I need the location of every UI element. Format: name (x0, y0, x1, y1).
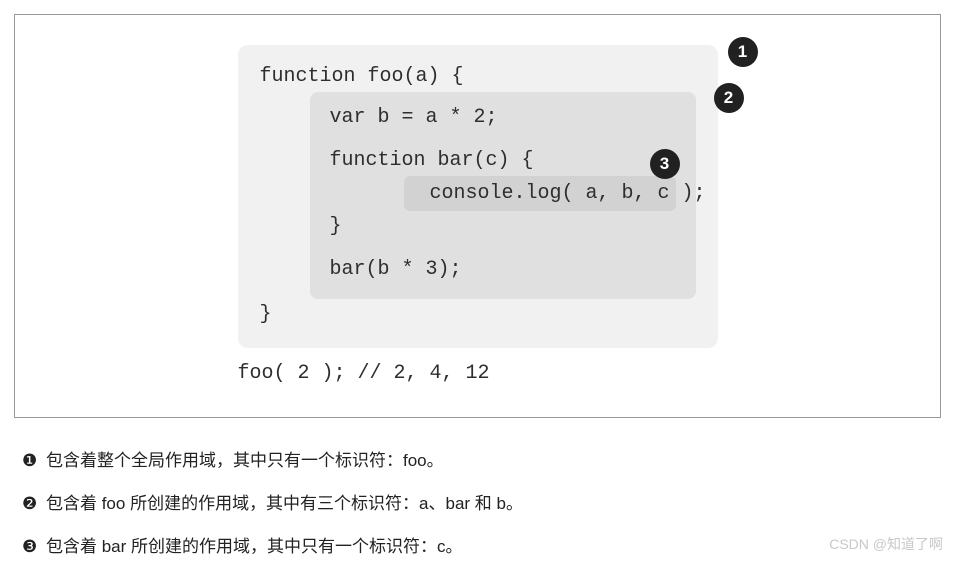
scope-1-global: function foo(a) { var b = a * 2; functio… (238, 45, 718, 348)
blank-line (330, 242, 676, 254)
watermark: CSDN @知道了啊 (829, 534, 943, 554)
bubble-1: 1 (728, 37, 758, 67)
explanation-2-text: 包含着 foo 所创建的作用域，其中有三个标识符：a、bar 和 b。 (46, 494, 523, 513)
explanation-1-text: 包含着整个全局作用域，其中只有一个标识符：foo。 (46, 451, 444, 470)
diagram-frame: function foo(a) { var b = a * 2; functio… (14, 14, 941, 418)
explanation-3: ❸ 包含着 bar 所创建的作用域，其中只有一个标识符：c。 (22, 532, 955, 557)
explanation-2: ❷ 包含着 foo 所创建的作用域，其中有三个标识符：a、bar 和 b。 (22, 489, 955, 514)
code-line-3: function bar(c) { (330, 145, 676, 176)
code-line-2: var b = a * 2; (330, 102, 676, 133)
blank-line (330, 133, 676, 145)
code-line-5: } (330, 211, 676, 242)
explanation-3-text: 包含着 bar 所创建的作用域，其中只有一个标识符：c。 (46, 537, 463, 556)
code-line-8: foo( 2 ); // 2, 4, 12 (238, 358, 718, 389)
scope-3-bar: console.log( a, b, c ); (404, 176, 676, 211)
bubble-2: 2 (714, 83, 744, 113)
code-line-7: } (260, 299, 696, 330)
explanation-list: ❶ 包含着整个全局作用域，其中只有一个标识符：foo。 ❷ 包含着 foo 所创… (22, 446, 955, 557)
marker-1: ❶ (22, 451, 37, 470)
bubble-3: 3 (650, 149, 680, 179)
code-line-6: bar(b * 3); (330, 254, 676, 285)
scope-2-foo: var b = a * 2; function bar(c) { console… (310, 92, 696, 299)
code-line-4: console.log( a, b, c ); (430, 178, 666, 209)
scope-diagram: function foo(a) { var b = a * 2; functio… (238, 45, 718, 389)
code-line-1: function foo(a) { (260, 61, 696, 92)
marker-2: ❷ (22, 494, 37, 513)
marker-3: ❸ (22, 537, 37, 556)
explanation-1: ❶ 包含着整个全局作用域，其中只有一个标识符：foo。 (22, 446, 955, 471)
